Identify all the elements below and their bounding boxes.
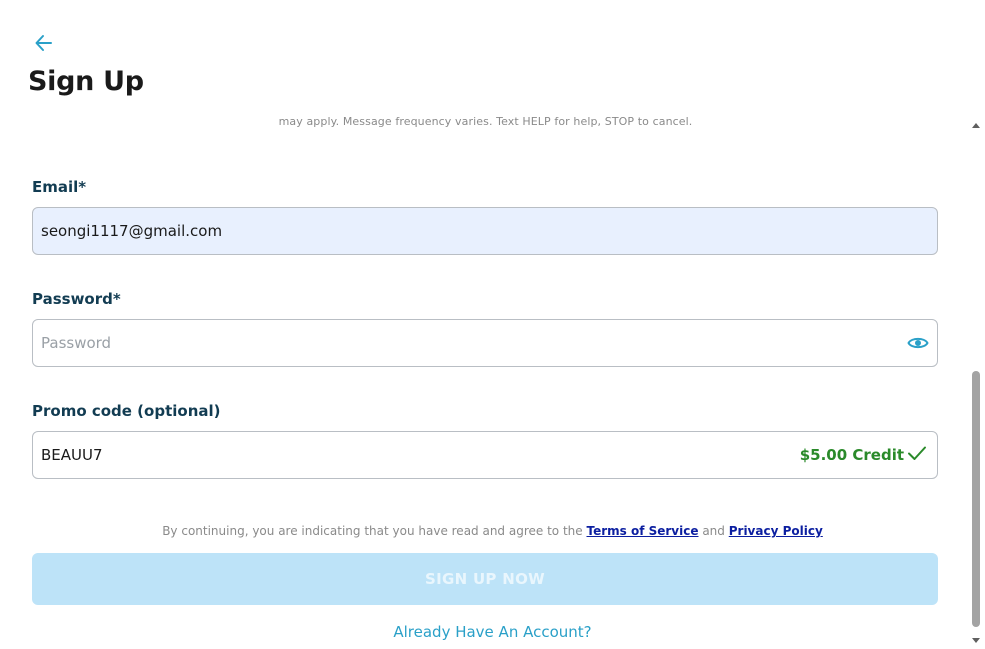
email-field-wrapper (32, 207, 938, 255)
signup-page: Sign Up may apply. Message frequency var… (0, 0, 985, 649)
eye-icon (907, 337, 929, 355)
password-field-wrapper (32, 319, 938, 367)
privacy-policy-link[interactable]: Privacy Policy (729, 524, 823, 538)
arrow-left-icon (34, 35, 54, 56)
promo-label: Promo code (optional) (32, 402, 221, 420)
terms-notice: By continuing, you are indicating that y… (0, 524, 985, 538)
promo-credit-text: $5.00 Credit (799, 446, 904, 464)
checkmark-icon (904, 445, 927, 465)
scroll-down-arrow-icon[interactable] (972, 638, 980, 643)
email-field[interactable] (33, 208, 937, 254)
email-label: Email* (32, 178, 87, 196)
terms-prefix: By continuing, you are indicating that y… (162, 524, 583, 538)
sign-up-button[interactable]: SIGN UP NOW (32, 553, 938, 605)
promo-field-wrapper: $5.00 Credit (32, 431, 938, 479)
scrollbar-thumb[interactable] (972, 371, 980, 627)
show-password-button[interactable] (907, 334, 929, 352)
terms-conjunction: and (702, 524, 725, 538)
sms-disclaimer: may apply. Message frequency varies. Tex… (278, 115, 693, 128)
scrollbar[interactable] (969, 118, 983, 649)
promo-status: $5.00 Credit (800, 445, 927, 465)
terms-of-service-link[interactable]: Terms of Service (586, 524, 698, 538)
back-button[interactable] (34, 33, 54, 53)
page-title: Sign Up (28, 66, 144, 97)
scroll-up-arrow-icon[interactable] (972, 123, 980, 128)
login-link[interactable]: Already Have An Account? (0, 623, 985, 641)
password-label: Password* (32, 290, 121, 308)
password-field[interactable] (33, 320, 937, 366)
